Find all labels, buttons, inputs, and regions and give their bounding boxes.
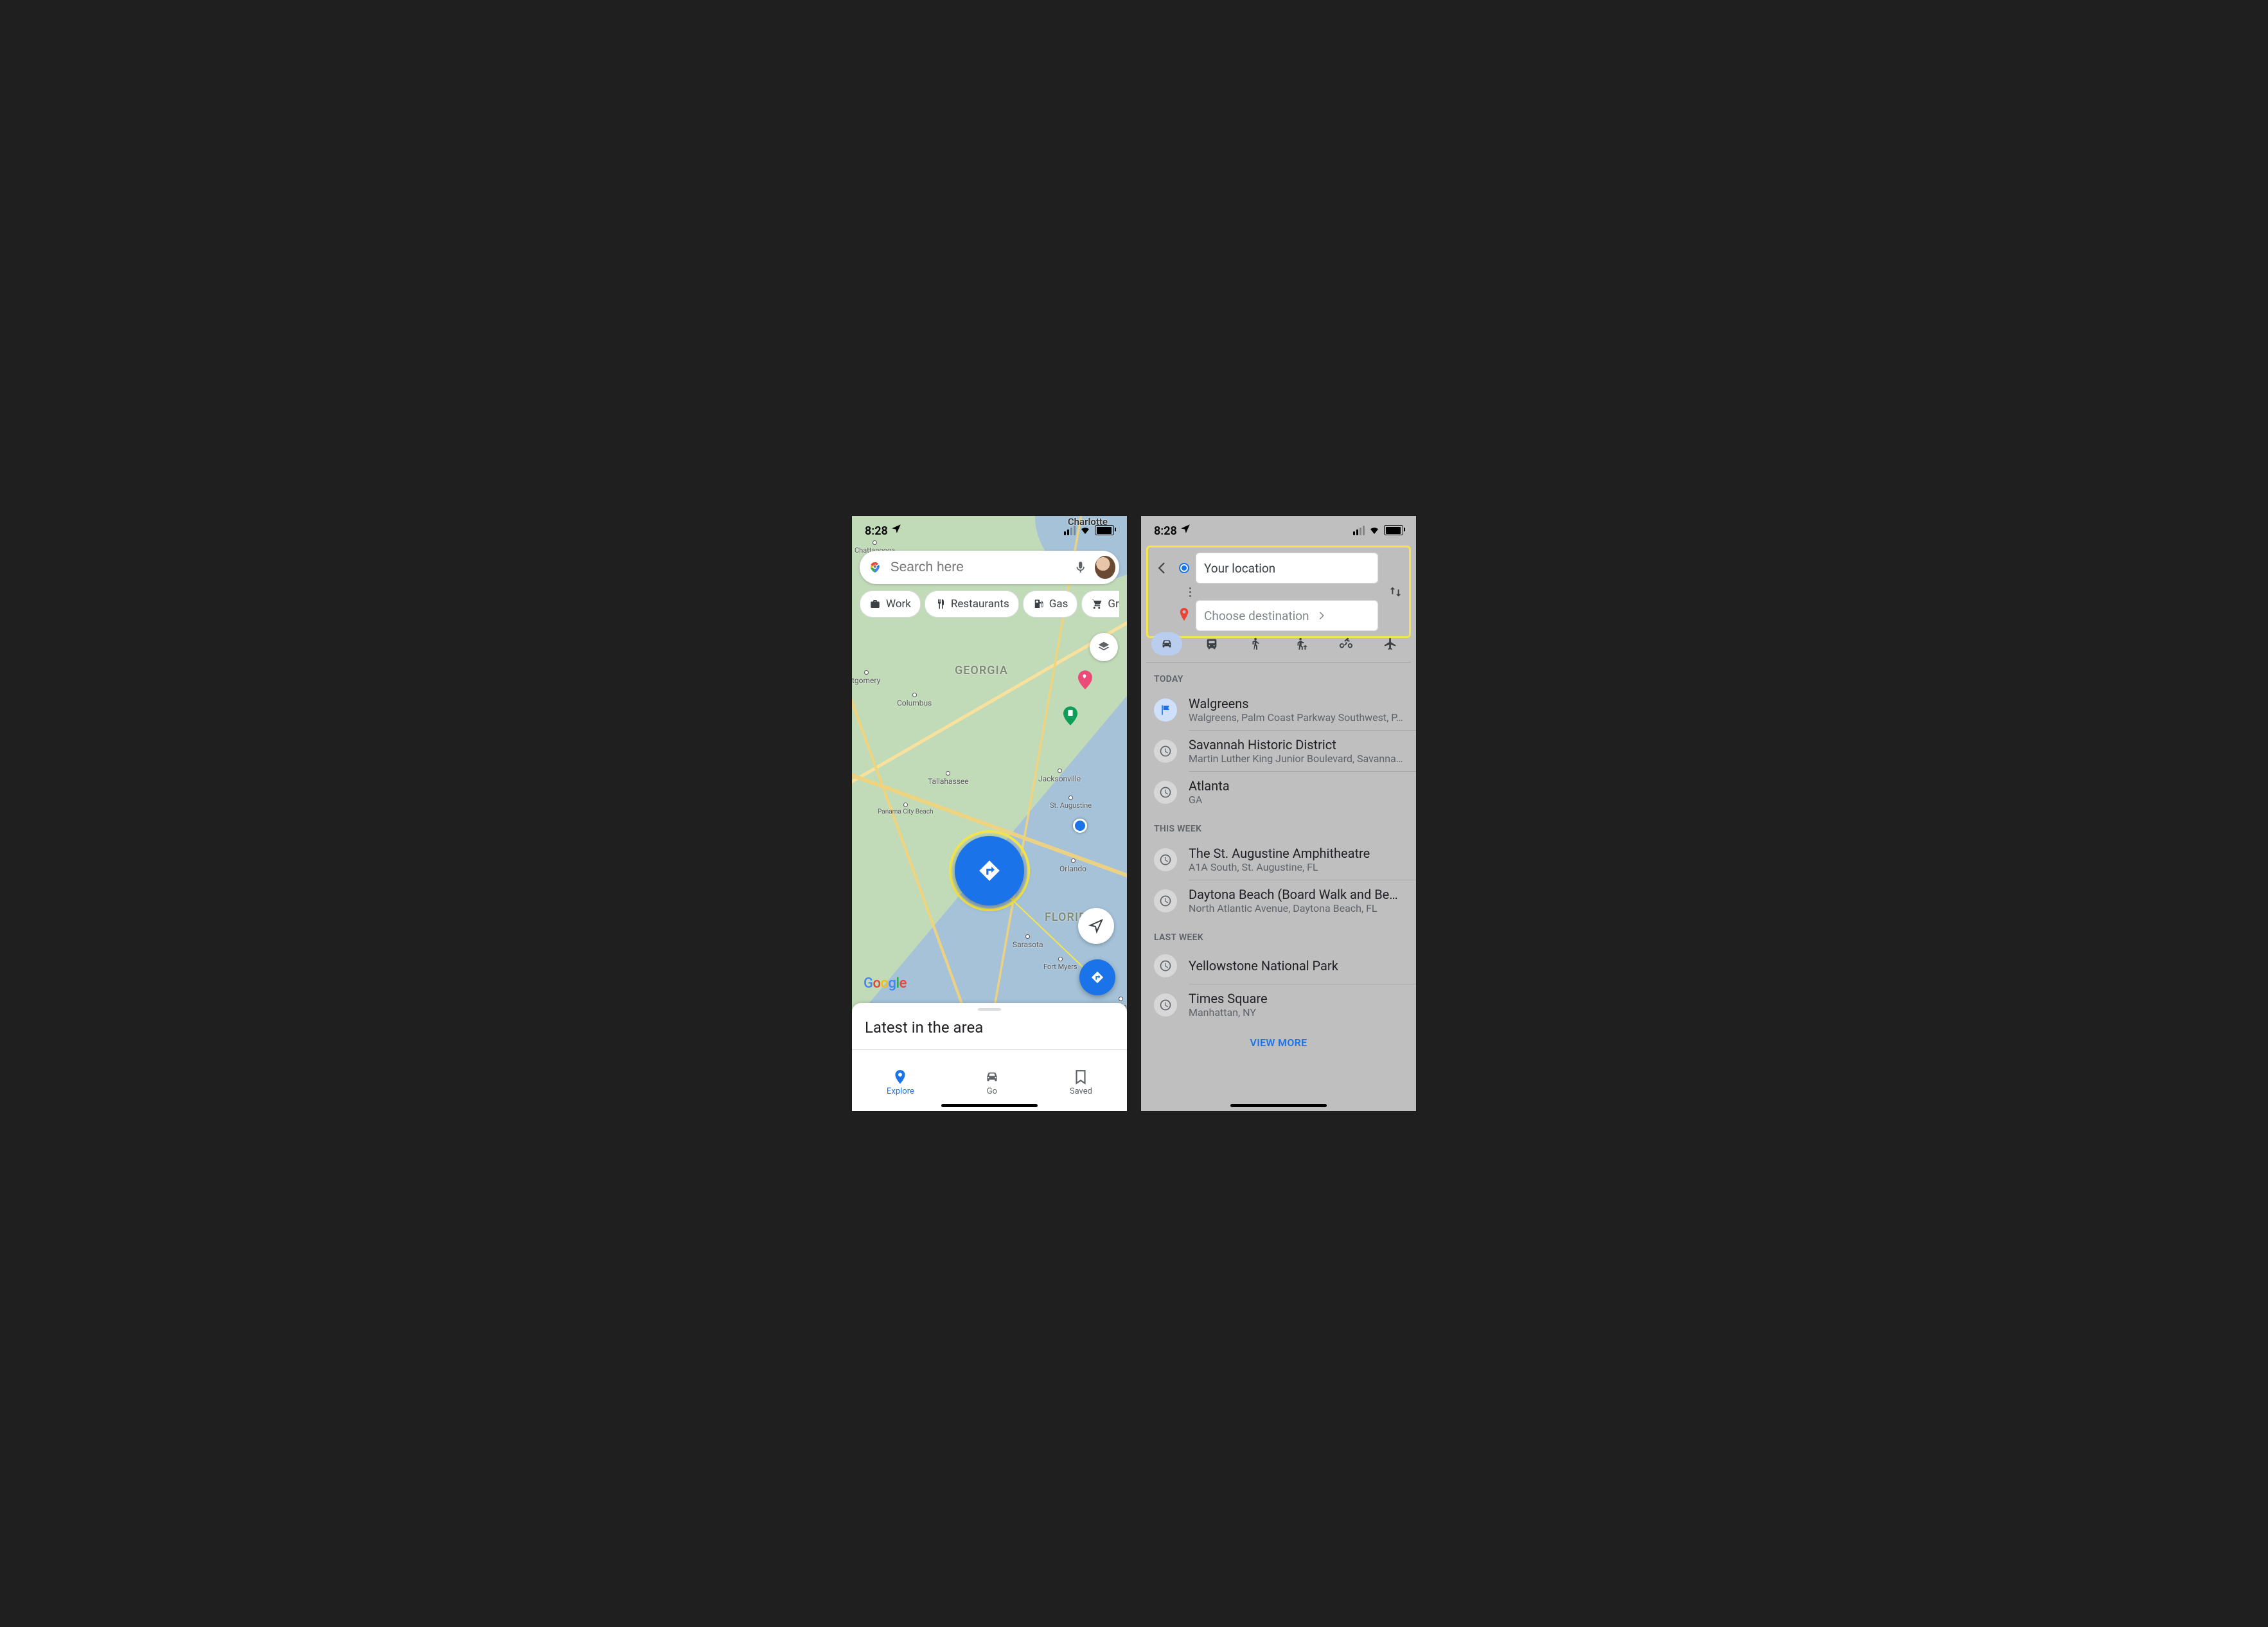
tab-saved[interactable]: Saved [1070,1069,1092,1096]
chevron-right-icon [1316,610,1327,621]
chip-work[interactable]: Work [860,591,921,618]
mode-rideshare[interactable] [1286,632,1316,655]
clock-icon [1154,848,1177,871]
flag-icon [1154,698,1177,722]
suggestion-subtitle: GA [1189,794,1403,806]
destination-input[interactable]: Choose destination [1196,600,1378,631]
suggestion-row[interactable]: Savannah Historic DistrictMartin Luther … [1141,731,1416,771]
suggestion-title: Yellowstone National Park [1189,958,1403,974]
battery-icon [1384,525,1403,535]
suggestion-row[interactable]: Daytona Beach (Board Walk and Beach P…No… [1141,880,1416,921]
section-header: LAST WEEK [1141,921,1416,948]
google-watermark: Google [864,975,907,991]
suggestion-row[interactable]: Yellowstone National Park [1141,948,1416,984]
waypoint-dots-icon [1185,587,1195,597]
layers-button[interactable] [1090,633,1118,661]
clock-icon [1154,993,1177,1017]
suggestion-title: The St. Augustine Amphitheatre [1189,846,1403,861]
phone-directions-view: 8:28 Your location Choose destination [1141,516,1416,1111]
directions-fab[interactable] [1079,959,1115,995]
suggestion-row[interactable]: Times SquareManhattan, NY [1141,984,1416,1025]
destination-placeholder: Choose destination [1204,609,1309,623]
clock-icon [1154,954,1177,977]
suggestion-title: Atlanta [1189,778,1403,794]
mode-bike[interactable] [1331,632,1361,655]
mode-flight[interactable] [1375,632,1406,655]
suggestion-row[interactable]: AtlantaGA [1141,772,1416,812]
suggestion-subtitle: North Atlantic Avenue, Daytona Beach, FL [1189,902,1403,914]
google-logo-icon [869,560,882,574]
suggestion-title: Times Square [1189,991,1403,1006]
home-indicator [941,1104,1038,1107]
suggestion-subtitle: A1A South, St. Augustine, FL [1189,861,1403,873]
clock-icon [1154,781,1177,804]
tab-label: Explore [887,1087,914,1096]
sheet-title: Latest in the area [865,1018,1114,1036]
swap-button[interactable] [1385,585,1406,599]
suggestion-subtitle: Walgreens, Palm Coast Parkway Southwest,… [1189,711,1403,724]
tab-label: Go [987,1087,997,1096]
section-header: TODAY [1141,662,1416,689]
view-more-button[interactable]: VIEW MORE [1141,1025,1416,1068]
status-bar: 8:28 [852,516,1127,544]
suggestion-subtitle: Martin Luther King Junior Boulevard, Sav… [1189,752,1403,765]
status-time: 8:28 [1154,523,1191,538]
chip-label: Gas [1049,598,1068,610]
status-time: 8:28 [865,523,902,538]
destination-suggestions: TODAY WalgreensWalgreens, Palm Coast Par… [1141,662,1416,1111]
status-bar: 8:28 [1141,516,1416,544]
bottom-sheet[interactable]: Latest in the area [852,1003,1127,1049]
suggestion-title: Daytona Beach (Board Walk and Beach P… [1189,887,1403,902]
mic-icon[interactable] [1074,560,1087,575]
chip-restaurants[interactable]: Restaurants [925,591,1019,618]
search-bar[interactable] [860,551,1119,584]
tab-go[interactable]: Go [984,1069,1000,1096]
section-header: THIS WEEK [1141,812,1416,839]
suggestion-title: Walgreens [1189,696,1403,711]
tab-label: Saved [1070,1087,1092,1096]
recenter-button[interactable] [1078,908,1114,944]
clock-icon [1154,889,1177,912]
grabber-icon[interactable] [978,1008,1001,1011]
suggestion-subtitle: Manhattan, NY [1189,1006,1403,1018]
signal-icon [1353,526,1365,535]
tab-explore[interactable]: Explore [887,1069,914,1096]
mode-drive[interactable] [1151,632,1182,655]
phone-map-view: Chattanooga Charlotte GEORGIA FLORIDA tg… [852,516,1127,1111]
directions-callout [955,836,1024,905]
travel-modes [1146,628,1411,662]
location-services-icon [890,523,902,535]
suggestion-title: Savannah Historic District [1189,737,1403,752]
origin-value: Your location [1204,561,1275,576]
avatar[interactable] [1095,556,1115,579]
mode-walk[interactable] [1241,632,1271,655]
chip-label: Groceries [1108,598,1119,610]
destination-pin-icon [1179,608,1189,623]
chip-label: Restaurants [951,598,1009,610]
signal-icon [1064,526,1076,535]
chip-label: Work [886,598,911,610]
location-services-icon [1180,523,1191,535]
mode-transit[interactable] [1196,632,1227,655]
tab-bar: Explore Go Saved [852,1049,1127,1111]
clock-icon [1154,740,1177,763]
chip-gas[interactable]: Gas [1023,591,1078,618]
back-button[interactable] [1151,560,1173,576]
origin-input[interactable]: Your location [1196,553,1378,583]
origin-dot-icon [1179,563,1189,573]
route-inputs-highlight: Your location Choose destination [1146,546,1411,638]
suggestion-row[interactable]: The St. Augustine AmphitheatreA1A South,… [1141,839,1416,880]
category-chips: Work Restaurants Gas Groceries [860,591,1119,618]
wifi-icon [1079,524,1091,536]
home-indicator [1230,1104,1327,1107]
wifi-icon [1369,524,1380,536]
directions-icon [977,858,1002,883]
search-input[interactable] [889,559,1066,576]
chip-groceries[interactable]: Groceries [1081,591,1119,618]
suggestion-row[interactable]: WalgreensWalgreens, Palm Coast Parkway S… [1141,689,1416,730]
battery-icon [1095,525,1114,535]
